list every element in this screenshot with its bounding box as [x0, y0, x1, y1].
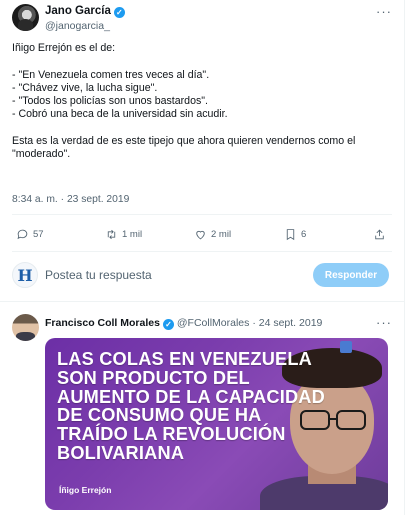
tweet-text-line: "moderado".: [12, 148, 71, 161]
reply-count: 57: [33, 229, 44, 240]
reply-button[interactable]: 57: [16, 228, 44, 241]
like-button[interactable]: 2 mil: [194, 228, 231, 241]
more-options-icon[interactable]: ···: [376, 4, 392, 19]
image-signature: Íñigo Errejón: [59, 485, 112, 495]
like-count: 2 mil: [211, 229, 232, 240]
tweet-text-line: - "En Venezuela comen tres veces al día"…: [12, 68, 210, 81]
retweet-button[interactable]: 1 mil: [105, 228, 142, 241]
tweet-text-line: - "Chávez vive, la lucha sigue".: [12, 81, 158, 94]
retweet-count: 1 mil: [122, 229, 143, 240]
headline-line: DE CONSUMO QUE HA: [57, 405, 262, 426]
current-user-avatar[interactable]: H: [12, 262, 38, 288]
headline-line: BOLIVARIANA: [57, 442, 185, 463]
second-tweet-date[interactable]: 24 sept. 2019: [259, 317, 323, 329]
tweet-text-blank: [12, 55, 398, 68]
share-icon: [375, 229, 384, 240]
author-name[interactable]: Jano García ✓: [45, 5, 125, 18]
tweet-panel: Jano García ✓ @janogarcia_ ··· Iñigo Erre…: [0, 0, 405, 515]
like-icon: [196, 230, 205, 240]
reply-input[interactable]: Postea tu respuesta: [45, 268, 152, 282]
author-handle[interactable]: @janogarcia_: [45, 20, 110, 32]
tweet-text-line: - Cobró una beca de la universidad sin a…: [12, 108, 228, 121]
headline-line: TRAÍDO LA REVOLUCIÓN: [57, 424, 286, 445]
tweet-text-line: - "Todos los policías son unos bastardos…: [12, 95, 208, 108]
tweet-timestamp[interactable]: 8:34 a. m. · 23 sept. 2019: [12, 194, 129, 205]
reply-icon: [17, 229, 28, 240]
separator: ·: [252, 317, 256, 329]
tweet-text-line: Esta es la verdad de es este tipejo que …: [12, 135, 356, 148]
divider: [0, 301, 405, 302]
headline-line: AUMENTO DE LA CAPACIDAD: [57, 386, 325, 407]
tweet-image[interactable]: LAS COLAS EN VENEZUELA SON PRODUCTO DEL …: [45, 338, 388, 510]
divider: [12, 251, 392, 252]
image-badge-icon: [340, 341, 352, 353]
tweet-text-blank: [12, 122, 398, 135]
verified-icon: ✓: [113, 7, 125, 18]
bookmark-button[interactable]: 6: [284, 228, 306, 241]
bookmark-icon: [286, 229, 295, 241]
author-avatar[interactable]: [12, 4, 39, 31]
reply-submit-button[interactable]: Responder: [313, 263, 389, 287]
tweet-text-line: Iñigo Errejón es el de:: [12, 42, 116, 54]
headline-line: SON PRODUCTO DEL: [57, 367, 250, 388]
image-headline: LAS COLAS EN VENEZUELA SON PRODUCTO DEL …: [57, 349, 325, 463]
headline-line: LAS COLAS EN VENEZUELA: [57, 349, 313, 369]
second-author-handle[interactable]: @FCollMorales: [177, 317, 250, 329]
divider: [12, 214, 392, 215]
share-button[interactable]: [373, 228, 386, 241]
retweet-icon: [107, 229, 116, 240]
second-author-avatar[interactable]: [12, 314, 39, 341]
bookmark-count: 6: [301, 229, 307, 240]
more-options-icon[interactable]: ···: [376, 315, 392, 330]
verified-icon: ✓: [162, 319, 174, 330]
second-author-line[interactable]: Francisco Coll Morales ✓ @FCollMorales · …: [45, 317, 322, 330]
avatar-letter: H: [17, 265, 33, 285]
tweet-text: Iñigo Errejón es el de: - "En Venezuela …: [12, 42, 398, 162]
author-name-text[interactable]: Jano García: [45, 5, 111, 17]
second-author-name[interactable]: Francisco Coll Morales: [45, 317, 160, 329]
